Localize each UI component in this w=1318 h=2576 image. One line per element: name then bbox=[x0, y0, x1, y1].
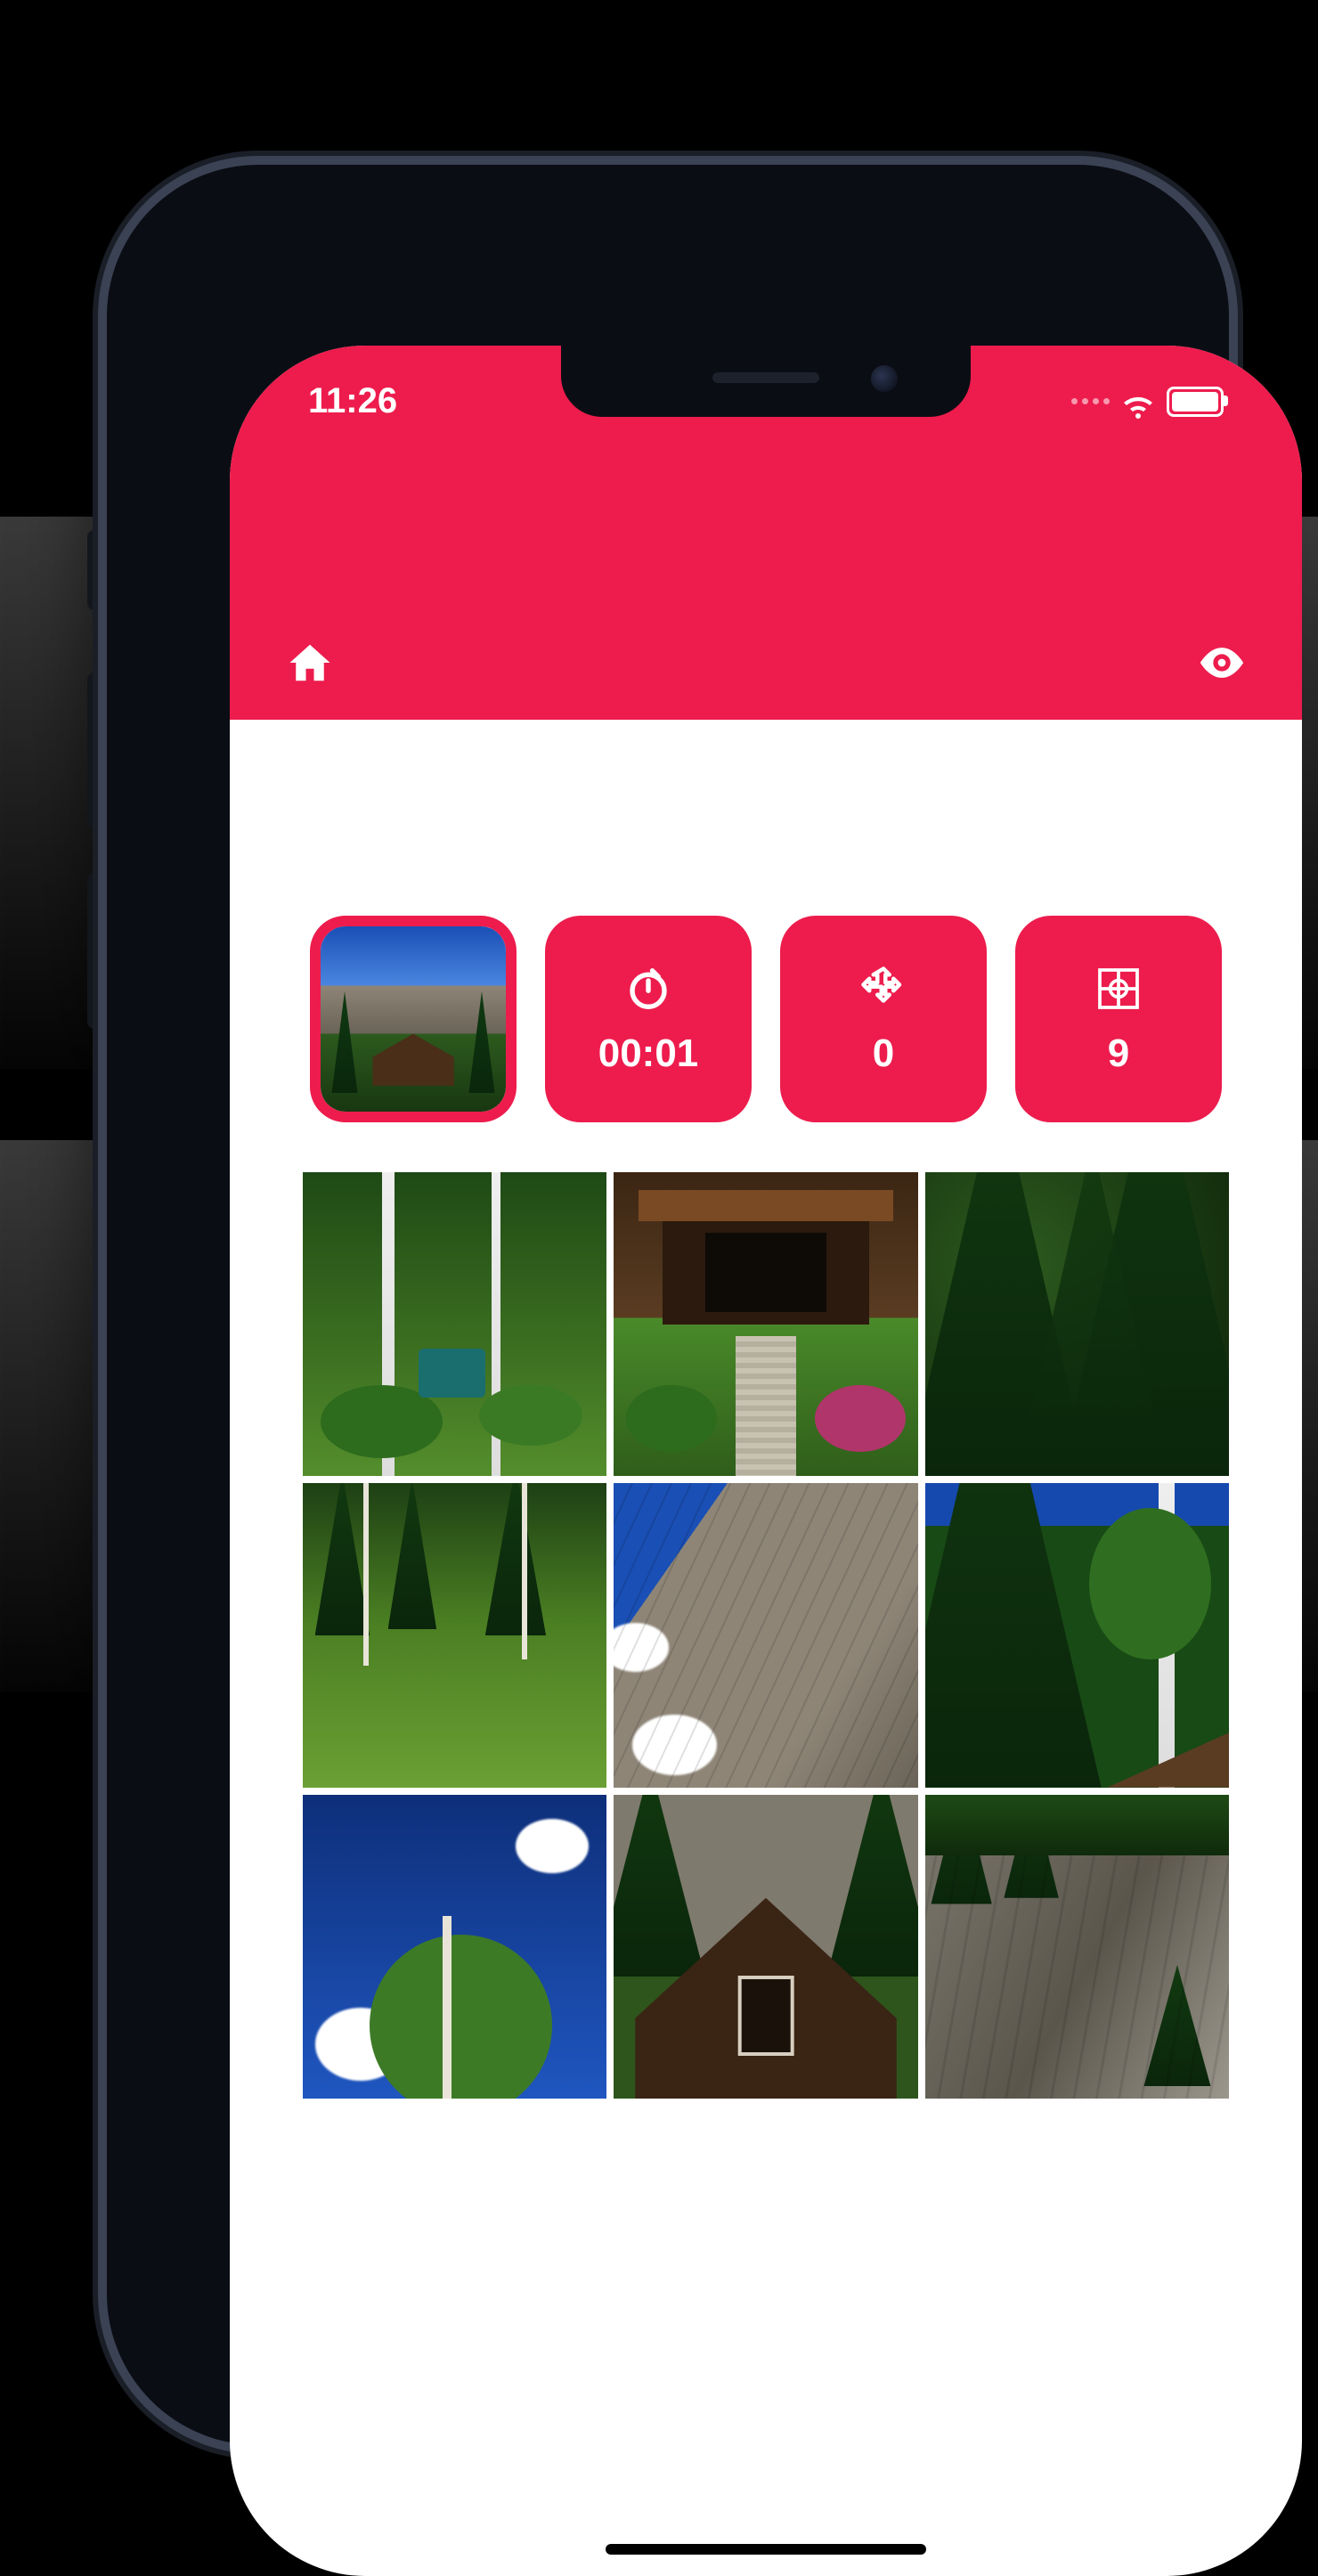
puzzle-tile[interactable] bbox=[925, 1483, 1229, 1787]
status-time: 11:26 bbox=[308, 381, 397, 421]
home-indicator[interactable] bbox=[606, 2544, 926, 2555]
cellular-dots-icon bbox=[1071, 398, 1110, 404]
preview-button[interactable] bbox=[1195, 636, 1249, 689]
moves-card: 0 bbox=[780, 916, 987, 1122]
timer-icon bbox=[624, 962, 672, 1015]
status-right bbox=[1071, 387, 1224, 417]
pieces-value: 9 bbox=[1108, 1031, 1129, 1076]
reference-thumbnail[interactable] bbox=[310, 916, 517, 1122]
grid-icon bbox=[1094, 962, 1143, 1015]
timer-card: 00:01 bbox=[545, 916, 752, 1122]
moves-value: 0 bbox=[873, 1031, 894, 1076]
phone-screen: 11:26 bbox=[230, 346, 1302, 2576]
move-icon bbox=[859, 962, 907, 1015]
puzzle-tile[interactable] bbox=[925, 1172, 1229, 1476]
phone-earpiece bbox=[712, 372, 819, 383]
wifi-icon bbox=[1122, 389, 1154, 414]
phone-bezel: 11:26 bbox=[98, 156, 1238, 2454]
header-toolbar bbox=[230, 636, 1302, 689]
phone-front-camera bbox=[871, 365, 898, 392]
reference-image bbox=[321, 926, 506, 1112]
puzzle-tile[interactable] bbox=[303, 1172, 606, 1476]
puzzle-grid bbox=[303, 1172, 1229, 2099]
timer-value: 00:01 bbox=[598, 1031, 699, 1076]
eye-icon bbox=[1196, 637, 1248, 689]
home-button[interactable] bbox=[283, 636, 337, 689]
battery-icon bbox=[1167, 387, 1224, 417]
phone-notch bbox=[561, 346, 971, 417]
home-icon bbox=[286, 639, 334, 687]
puzzle-tile[interactable] bbox=[925, 1795, 1229, 2099]
puzzle-tile[interactable] bbox=[614, 1172, 917, 1476]
info-card-row: 00:01 0 9 bbox=[230, 916, 1302, 1122]
puzzle-tile[interactable] bbox=[614, 1795, 917, 2099]
puzzle-tile[interactable] bbox=[303, 1795, 606, 2099]
puzzle-tile[interactable] bbox=[614, 1483, 917, 1787]
pieces-card: 9 bbox=[1015, 916, 1222, 1122]
puzzle-tile[interactable] bbox=[303, 1483, 606, 1787]
backdrop-top bbox=[0, 0, 1318, 143]
